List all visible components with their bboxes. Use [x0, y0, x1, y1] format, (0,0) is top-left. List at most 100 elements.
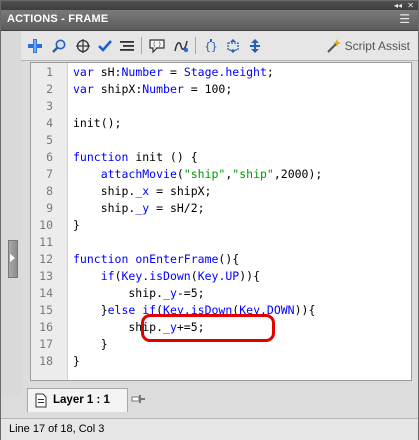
annotation-highlight-box: [141, 314, 275, 342]
code-token: init();: [73, 116, 122, 130]
code-token: }: [73, 354, 80, 368]
code-keyword: Number: [142, 82, 184, 96]
code-token: )){: [294, 303, 316, 317]
code-keyword: _x: [135, 184, 150, 198]
code-token: = sH/2;: [149, 201, 205, 215]
panel-menu-icon[interactable]: ☰: [399, 12, 410, 26]
status-bar: Line 17 of 18, Col 3: [1, 418, 418, 440]
find-icon[interactable]: [49, 36, 69, 55]
script-navigator-collapsed: [1, 31, 21, 395]
code-keyword: Stage.height: [183, 65, 267, 79]
code-text: var sH:Number = Stage.height;: [73, 64, 274, 81]
code-line[interactable]: 11: [31, 234, 411, 251]
code-keyword: var: [73, 82, 94, 96]
code-keyword: function: [73, 252, 129, 266]
line-number: 13: [39, 269, 53, 283]
magic-wand-icon: [326, 38, 341, 53]
code-line[interactable]: 1 var sH:Number = Stage.height;: [31, 64, 411, 81]
expand-arrow-icon: [10, 254, 15, 262]
svg-text:(_): (_): [153, 41, 161, 48]
code-token: }: [73, 303, 108, 317]
line-number: 5: [46, 133, 53, 147]
tab-label: Layer 1 : 1: [53, 394, 110, 406]
code-text: }: [73, 353, 80, 370]
code-keyword: onEnterFrame: [135, 252, 219, 266]
auto-format-icon[interactable]: [117, 36, 137, 55]
code-string: "ship": [232, 167, 274, 181]
script-editor[interactable]: 1 var sH:Number = Stage.height; 2 var shipX…: [30, 62, 412, 381]
insert-target-path-icon[interactable]: [73, 36, 93, 55]
code-line[interactable]: 5: [31, 132, 411, 149]
code-text: var shipX:Number = 100;: [73, 81, 232, 98]
code-line[interactable]: 12 function onEnterFrame(){: [31, 251, 411, 268]
debug-options-icon[interactable]: [171, 36, 191, 55]
code-line[interactable]: 18}: [31, 353, 411, 370]
code-line[interactable]: 7 attachMovie("ship","ship",2000);: [31, 166, 411, 183]
code-text: attachMovie("ship","ship",2000);: [73, 166, 323, 183]
code-line[interactable]: 2 var shipX:Number = 100;: [31, 81, 411, 98]
add-statement-icon[interactable]: [25, 36, 45, 55]
collapse-panel-icon[interactable]: ◂◂: [394, 1, 402, 10]
code-token: = shipX;: [149, 184, 212, 198]
tab-layer-1-frame-1[interactable]: Layer 1 : 1: [27, 388, 128, 412]
line-number: 8: [46, 184, 53, 198]
code-token: (: [176, 167, 184, 181]
code-line[interactable]: 14 ship._y-=5;: [31, 285, 411, 302]
line-number: 1: [46, 65, 53, 79]
pin-icon[interactable]: [131, 393, 145, 405]
code-token: shipX:: [93, 82, 143, 96]
toolbar-separator: [141, 37, 142, 54]
close-panel-icon[interactable]: ✕: [407, 1, 414, 10]
code-keyword: _y: [135, 201, 150, 215]
expand-navigator-handle[interactable]: [8, 240, 18, 278]
code-line[interactable]: 4 init();: [31, 115, 411, 132]
code-line[interactable]: 13 if(Key.isDown(Key.UP)){: [31, 268, 411, 285]
line-number: 17: [39, 337, 53, 351]
code-line[interactable]: 3: [31, 98, 411, 115]
collapse-between-braces-icon[interactable]: {}: [201, 36, 221, 55]
code-text: function onEnterFrame(){: [73, 251, 239, 268]
script-assist-button[interactable]: Script Assist: [325, 36, 410, 55]
code-token: ship.: [73, 184, 136, 198]
panel-title-bar[interactable]: ACTIONS - FRAME ☰: [1, 10, 418, 31]
panel-title: ACTIONS - FRAME: [7, 13, 109, 25]
panel-top-strip: ◂◂ ✕: [1, 1, 418, 10]
code-text: }: [73, 336, 108, 353]
code-token: = 100;: [183, 82, 233, 96]
code-token: ,2000);: [273, 167, 323, 181]
layer-icon: [35, 393, 47, 408]
code-keyword: var: [73, 65, 94, 79]
script-assist-label: Script Assist: [344, 38, 410, 53]
script-tabs: Layer 1 : 1: [21, 381, 418, 419]
line-number: 2: [46, 82, 53, 96]
code-keyword: function: [73, 150, 129, 164]
show-code-hint-icon[interactable]: (_): [147, 36, 167, 55]
code-string: "ship": [183, 167, 226, 181]
line-number: 11: [39, 235, 53, 249]
code-text: init();: [73, 115, 121, 132]
line-number: 10: [39, 218, 53, 232]
actions-toolbar: (_) {} Script Assist: [21, 31, 418, 61]
code-line[interactable]: 8 ship._x = shipX;: [31, 183, 411, 200]
code-line[interactable]: 6 function init () {: [31, 149, 411, 166]
code-token: (){: [218, 252, 240, 266]
line-number: 3: [46, 99, 53, 113]
code-token: ship.: [73, 286, 164, 300]
code-text: if(Key.isDown(Key.UP)){: [73, 268, 260, 285]
check-syntax-icon[interactable]: [95, 36, 115, 55]
expand-all-icon[interactable]: [245, 36, 265, 55]
code-token: ;: [266, 65, 274, 79]
code-keyword: if: [100, 269, 115, 283]
code-token: -=5;: [176, 286, 205, 300]
code-line[interactable]: 9 ship._y = sH/2;: [31, 200, 411, 217]
code-text: ship._y-=5;: [73, 285, 205, 302]
code-token: sH:: [93, 65, 122, 79]
code-text: }: [73, 217, 80, 234]
line-number: 4: [46, 116, 53, 130]
code-keyword: _y: [163, 286, 177, 300]
code-line[interactable]: 10}: [31, 217, 411, 234]
code-token: (: [114, 269, 122, 283]
line-number: 7: [46, 167, 53, 181]
collapse-selection-icon[interactable]: [223, 36, 243, 55]
